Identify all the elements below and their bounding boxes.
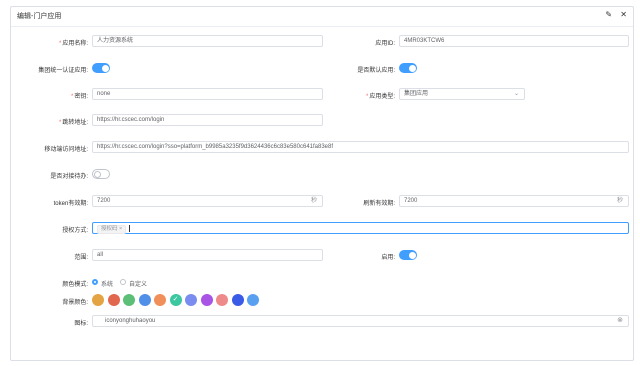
clear-icon[interactable]: ⊗: [617, 316, 623, 326]
app-name-label: *应用名称:: [58, 41, 88, 47]
color-mode-system-radio[interactable]: [92, 279, 98, 285]
bg-color-label: 背景颜色:: [62, 300, 88, 306]
app-name-input[interactable]: 人力资源系统: [92, 35, 323, 47]
close-icon[interactable]: ✕: [620, 10, 627, 19]
default-app-switch[interactable]: [399, 63, 417, 73]
color-swatch[interactable]: [216, 294, 228, 306]
tag-close-icon[interactable]: ×: [119, 226, 122, 232]
color-swatch[interactable]: [247, 294, 259, 306]
scope-input[interactable]: all: [92, 249, 323, 261]
token-expiry-unit: 秒: [310, 198, 317, 204]
icon-input[interactable]: iconyonghuhaoyou ⊗: [92, 315, 629, 327]
color-mode-custom-label: 自定义: [129, 282, 148, 288]
color-mode-system-label: 系统: [101, 282, 114, 288]
token-expiry-input[interactable]: 7200 秒: [92, 195, 323, 207]
token-expiry-label: token有效期:: [53, 201, 88, 207]
app-id-label: 应用ID:: [375, 41, 395, 47]
refresh-expiry-unit: 秒: [616, 198, 623, 204]
todo-connect-label: 是否对接待办:: [50, 174, 88, 180]
secret-input[interactable]: none: [92, 88, 323, 100]
chevron-down-icon: ⌄: [513, 91, 519, 97]
auth-method-label: 授权方式:: [62, 228, 88, 234]
icon-label: 图标:: [74, 321, 88, 327]
app-type-select[interactable]: 集团应用 ⌄: [399, 88, 525, 100]
enabled-switch[interactable]: [399, 250, 417, 260]
redirect-input[interactable]: https://hr.cscec.com/login: [92, 114, 323, 126]
pin-icon[interactable]: ✎: [605, 10, 612, 19]
refresh-expiry-input[interactable]: 7200 秒: [399, 195, 629, 207]
dialog-header: 编辑-门户应用 ✎ ✕: [11, 7, 633, 27]
scope-label: 范围:: [74, 255, 88, 261]
color-swatch[interactable]: [92, 294, 104, 306]
todo-connect-switch[interactable]: [92, 169, 110, 179]
app-type-label: *应用类型:: [365, 94, 395, 100]
secret-label: *密钥:: [70, 94, 88, 100]
edit-dialog: 编辑-门户应用 ✎ ✕: [10, 6, 634, 361]
app-id-input[interactable]: 4MR03KTCW6: [399, 35, 629, 47]
auth-method-select[interactable]: 授权码 ×: [92, 222, 629, 234]
color-swatch[interactable]: [200, 294, 213, 306]
color-swatch[interactable]: ✓: [169, 294, 182, 306]
color-swatch[interactable]: [154, 294, 166, 306]
mobile-url-label: 移动端访问地址:: [44, 147, 88, 153]
check-icon: ✓: [172, 296, 179, 303]
color-swatch[interactable]: [185, 294, 197, 306]
color-mode-label: 颜色模式:: [62, 282, 88, 288]
color-swatch[interactable]: [123, 294, 135, 306]
color-swatch[interactable]: [138, 294, 151, 306]
mobile-url-input[interactable]: https://hr.cscec.com/login?sso=platform_…: [92, 141, 629, 153]
auth-method-tag: 授权码 ×: [97, 225, 127, 234]
enabled-label: 启用:: [381, 255, 395, 261]
default-app-label: 是否默认应用:: [357, 68, 395, 74]
redirect-label: *跳转地址:: [58, 120, 88, 126]
dialog-title: 编辑-门户应用: [17, 13, 62, 20]
color-swatch[interactable]: [107, 294, 120, 306]
color-mode-custom-radio[interactable]: [120, 279, 126, 285]
group-auth-label: 集团统一认证应用:: [38, 68, 88, 74]
group-auth-switch[interactable]: [92, 63, 110, 73]
refresh-expiry-label: 刷新有效期:: [363, 201, 395, 207]
color-swatch[interactable]: [231, 294, 244, 306]
